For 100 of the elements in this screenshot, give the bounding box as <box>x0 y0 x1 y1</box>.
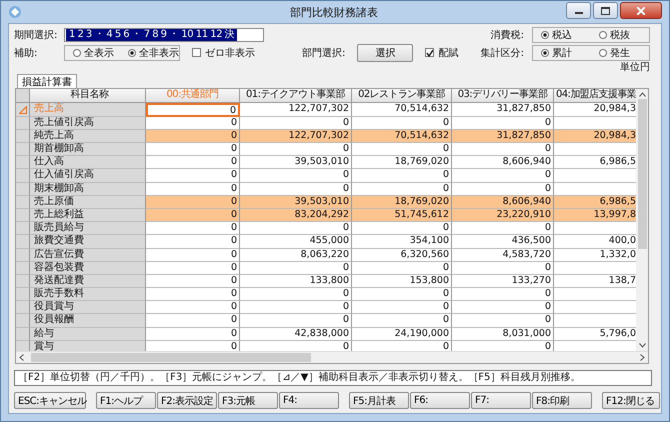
period-field[interactable]: 1 2 3 ・ 4 5 6 ・ 7 8 9 ・ 10 11 12 決 <box>64 28 264 42</box>
function-key-button[interactable]: ESC:キャンセル <box>14 392 86 409</box>
table-cell: 0 <box>452 169 554 183</box>
row-selector[interactable] <box>16 169 30 183</box>
table-cell: 39,503,010 <box>240 196 352 209</box>
table-cell: 70,514,632 <box>352 103 452 117</box>
row-selector[interactable] <box>16 196 30 209</box>
row-header[interactable]: 販売員給与 <box>30 222 146 236</box>
row-selector[interactable] <box>16 182 30 196</box>
table-cell: 133,800 <box>240 274 352 288</box>
checkbox[interactable]: 配賦 <box>425 46 458 60</box>
row-selector[interactable] <box>16 222 30 236</box>
checkbox[interactable]: ゼロ非表示 <box>192 46 255 60</box>
close-button[interactable] <box>620 2 662 19</box>
radio-button[interactable]: 全非表示 <box>120 46 179 60</box>
radio-button[interactable]: 全表示 <box>65 46 120 60</box>
function-key-button[interactable]: F3:元帳 <box>218 392 278 409</box>
table-cell: 0 <box>352 301 452 314</box>
hint-text: ［F2］単位切替（円／千円）。［F3］元帳にジャンプ。［⊿／▼］補助科目表示／非表示切り替え。［F5］科目残月別推移。 <box>14 370 652 386</box>
row-header[interactable]: 給与 <box>30 328 146 341</box>
table-cell: 0 <box>240 288 352 302</box>
table-cell: 8,606,940 <box>452 156 554 170</box>
table-cell: 13,997,8 <box>554 208 636 222</box>
table-cell: 0 <box>452 143 554 156</box>
table-cell: 0 <box>452 262 554 275</box>
function-key-button[interactable]: F7: <box>471 392 531 409</box>
row-selector[interactable] <box>16 235 30 249</box>
table-cell: 8,031,000 <box>452 328 554 341</box>
table-cell: 0 <box>146 235 240 249</box>
row-header[interactable]: 売上原価 <box>30 196 146 209</box>
row-header[interactable]: 発送配達費 <box>30 274 146 288</box>
table-cell: 0 <box>146 130 240 144</box>
table-cell: 20,984,3 <box>554 130 636 144</box>
table-cell: 0 <box>352 222 452 236</box>
tab[interactable]: 損益計算書 <box>17 74 77 88</box>
app-icon <box>8 5 22 19</box>
horizontal-scrollbar[interactable] <box>16 351 648 364</box>
function-key-button[interactable]: F12:閉じる <box>602 392 660 409</box>
table-cell: 0 <box>240 314 352 328</box>
row-marker-icon <box>18 106 26 114</box>
table-cell: 354,100 <box>352 235 452 249</box>
row-header[interactable]: 販売手数料 <box>30 288 146 302</box>
table-cell: 0 <box>146 103 240 117</box>
table-cell: 0 <box>146 328 240 341</box>
select-button[interactable]: 選択 <box>357 44 414 62</box>
table-cell: 122,707,302 <box>240 103 352 117</box>
row-header[interactable]: 賞与 <box>30 340 146 352</box>
row-selector[interactable] <box>16 274 30 288</box>
radio-button[interactable]: 発生 <box>591 46 649 60</box>
scroll-right-icon <box>640 354 645 362</box>
function-key-button[interactable]: F4: <box>279 392 339 409</box>
function-key-button[interactable]: F5:月計表 <box>349 392 409 409</box>
table-cell: 0 <box>240 169 352 183</box>
row-selector[interactable] <box>16 130 30 144</box>
table-cell: 6,986,5 <box>554 196 636 209</box>
table-cell: 0 <box>240 222 352 236</box>
row-selector[interactable] <box>16 156 30 170</box>
table-cell: 18,769,020 <box>352 196 452 209</box>
vertical-scrollbar[interactable] <box>636 89 648 352</box>
row-selector[interactable] <box>16 103 30 117</box>
function-key-button[interactable]: F1:ヘルプ <box>96 392 156 409</box>
maximize-button[interactable] <box>593 2 618 19</box>
table-cell: 83,204,292 <box>240 208 352 222</box>
row-selector[interactable] <box>16 208 30 222</box>
table-cell: 133,270 <box>452 274 554 288</box>
radio-button[interactable]: 累計 <box>533 46 591 60</box>
table-cell: 70,514,632 <box>352 130 452 144</box>
table-cell: 153,800 <box>352 274 452 288</box>
table-cell: 31,827,850 <box>452 103 554 117</box>
row-header[interactable]: 役員報酬 <box>30 314 146 328</box>
column-header: 科目名称 <box>30 89 146 104</box>
row-selector[interactable] <box>16 328 30 341</box>
table-cell: 0 <box>352 288 452 302</box>
row-selector[interactable] <box>16 314 30 328</box>
row-selector[interactable] <box>16 288 30 302</box>
radio-button[interactable]: 税抜 <box>591 28 649 42</box>
row-selector[interactable] <box>16 143 30 156</box>
table-cell: 0 <box>240 262 352 275</box>
function-key-button[interactable]: F2:表示設定 <box>157 392 217 409</box>
row-selector[interactable] <box>16 340 30 352</box>
row-selector[interactable] <box>16 248 30 262</box>
function-key-button[interactable]: F8:印刷 <box>532 392 592 409</box>
scroll-down-icon <box>638 343 646 348</box>
table-cell: 0 <box>240 301 352 314</box>
checkmark-icon <box>426 48 434 57</box>
table-cell: 39,503,010 <box>240 156 352 170</box>
row-header[interactable]: 役員賞与 <box>30 301 146 314</box>
row-selector[interactable] <box>16 301 30 314</box>
row-header[interactable]: 売上総利益 <box>30 208 146 222</box>
table-cell: 8,063,220 <box>240 248 352 262</box>
row-selector[interactable] <box>16 262 30 275</box>
row-selector[interactable] <box>16 116 30 130</box>
table-cell: 6,320,560 <box>352 248 452 262</box>
table-cell: 0 <box>146 314 240 328</box>
table-cell: 4,583,720 <box>452 248 554 262</box>
table-cell: 0 <box>146 248 240 262</box>
minimize-button[interactable] <box>566 2 591 19</box>
table-cell: 51,745,612 <box>352 208 452 222</box>
function-key-button[interactable]: F6: <box>410 392 470 409</box>
radio-button[interactable]: 税込 <box>533 28 591 42</box>
